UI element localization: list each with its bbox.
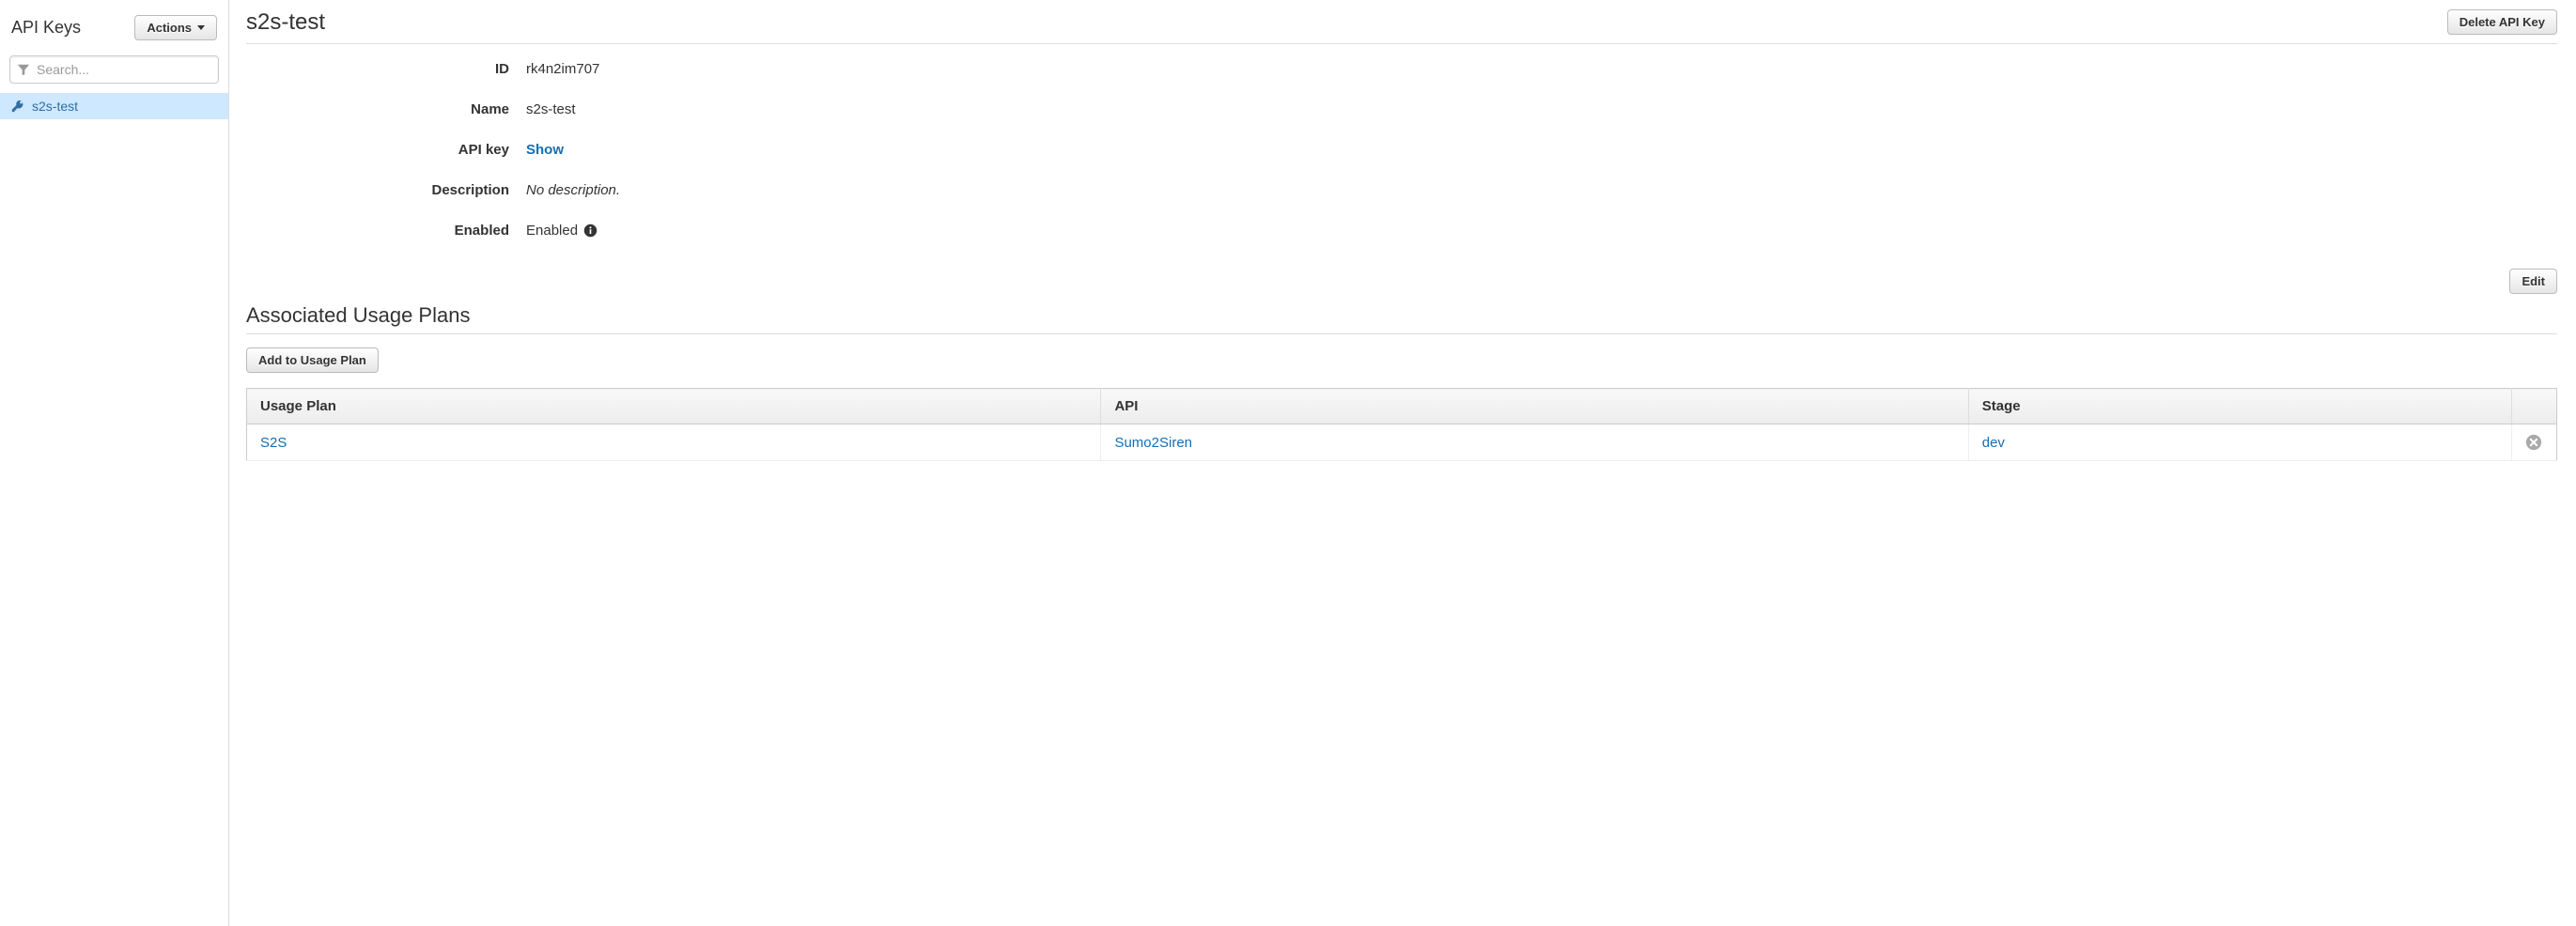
api-key-list: s2s-test [0, 93, 228, 119]
properties-grid: ID rk4n2im707 Name s2s-test API key Show… [246, 61, 2557, 239]
prop-value-name: s2s-test [526, 101, 2557, 117]
usage-plans-table: Usage Plan API Stage S2S Sumo2Siren dev [246, 388, 2557, 461]
prop-value-description: No description. [526, 182, 2557, 198]
prop-label-name: Name [246, 101, 509, 117]
prop-label-apikey: API key [246, 142, 509, 158]
page-title: s2s-test [246, 9, 325, 36]
usage-plans-heading: Associated Usage Plans [246, 303, 2557, 328]
sidebar: API Keys Actions s2s-test [0, 0, 229, 926]
prop-label-enabled: Enabled [246, 223, 509, 239]
usage-plan-link[interactable]: S2S [260, 435, 287, 451]
show-api-key-link[interactable]: Show [526, 142, 564, 158]
delete-api-key-button[interactable]: Delete API Key [2447, 9, 2557, 35]
sidebar-title: API Keys [11, 18, 81, 38]
add-to-usage-plan-button[interactable]: Add to Usage Plan [246, 347, 379, 373]
stage-link[interactable]: dev [1982, 435, 2005, 451]
actions-label: Actions [147, 21, 192, 35]
main-content: s2s-test Delete API Key ID rk4n2im707 Na… [229, 0, 2576, 926]
info-icon[interactable] [583, 224, 597, 238]
search-input[interactable] [9, 55, 219, 84]
filter-icon [17, 63, 30, 76]
key-icon [11, 100, 24, 113]
table-row: S2S Sumo2Siren dev [247, 424, 2557, 461]
remove-icon[interactable] [2525, 434, 2543, 451]
prop-label-id: ID [246, 61, 509, 77]
chevron-down-icon [197, 25, 205, 30]
actions-dropdown[interactable]: Actions [134, 15, 217, 40]
prop-label-description: Description [246, 182, 509, 198]
edit-button[interactable]: Edit [2509, 269, 2557, 294]
divider [246, 333, 2557, 334]
col-usage-plan: Usage Plan [247, 389, 1101, 424]
col-stage: Stage [1968, 389, 2511, 424]
prop-value-enabled: Enabled [526, 223, 578, 239]
sidebar-item-s2s-test[interactable]: s2s-test [0, 93, 228, 119]
col-api: API [1101, 389, 1968, 424]
prop-value-id: rk4n2im707 [526, 61, 2557, 77]
sidebar-item-label: s2s-test [32, 99, 78, 114]
api-link[interactable]: Sumo2Siren [1114, 435, 1192, 451]
col-action [2512, 389, 2557, 424]
